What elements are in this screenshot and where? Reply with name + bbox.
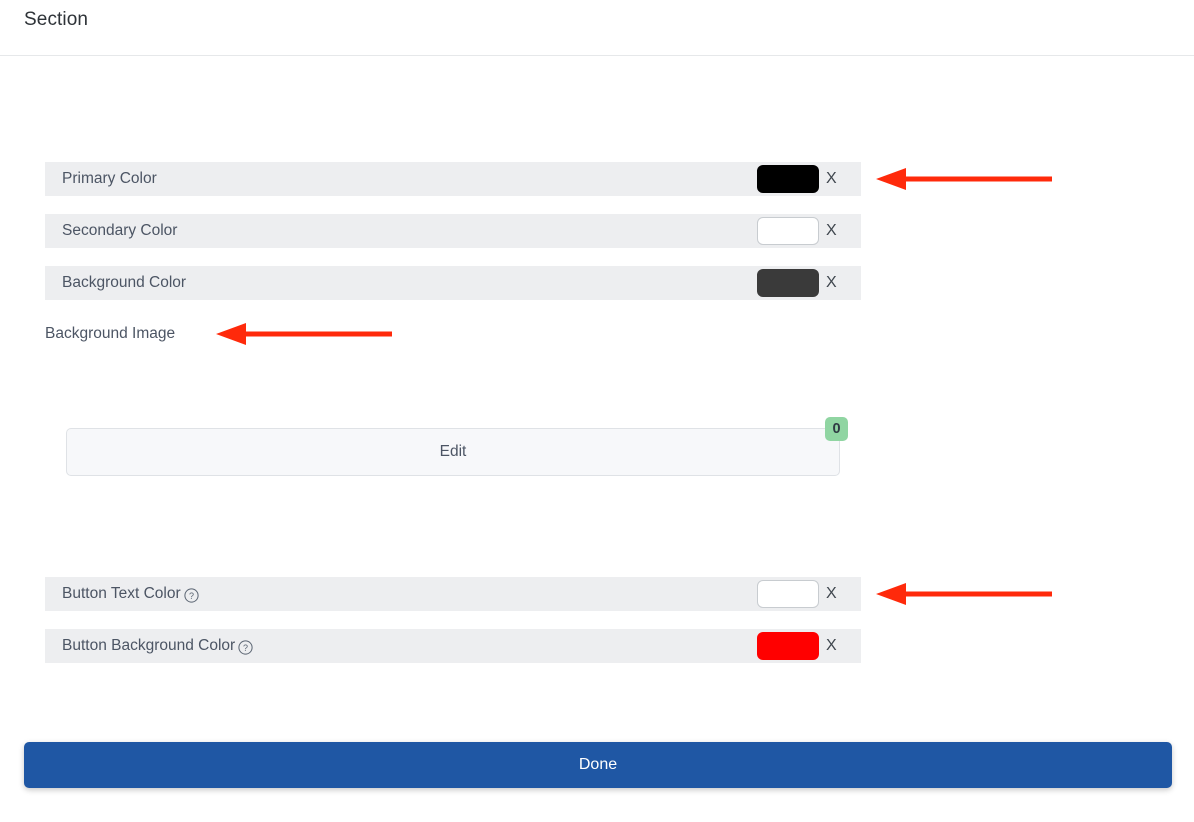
color-row-label: Primary Color	[62, 170, 157, 188]
color-row: Primary Color X	[45, 162, 861, 196]
background-image-edit-group: Edit 0	[66, 417, 848, 476]
arrow-primary-color	[876, 167, 1052, 191]
color-row-label: Button Text Color?	[62, 585, 199, 603]
color-row: Secondary Color X	[45, 214, 861, 248]
page-header: Section	[0, 0, 1194, 56]
arrow-button-text-color	[876, 582, 1052, 606]
color-swatch[interactable]	[757, 632, 819, 660]
clear-color-button[interactable]: X	[826, 586, 837, 602]
clear-color-button[interactable]: X	[826, 171, 837, 187]
svg-text:?: ?	[243, 643, 248, 653]
color-row-label: Button Background Color?	[62, 637, 253, 655]
color-row-label: Background Color	[62, 274, 186, 292]
clear-color-button[interactable]: X	[826, 275, 837, 291]
color-row-label-text: Button Background Color	[62, 637, 236, 654]
section-settings-page: Section Primary Color X Secondary Color X Ba…	[0, 0, 1194, 822]
page-title: Section	[24, 9, 89, 30]
color-row-label-text: Button Text Color	[62, 585, 181, 602]
color-row-label-text: Primary Color	[62, 170, 157, 187]
color-row-label: Secondary Color	[62, 222, 177, 240]
done-button[interactable]: Done	[24, 742, 1172, 788]
background-image-label: Background Image	[45, 325, 176, 342]
question-circle-icon[interactable]: ?	[184, 587, 199, 603]
question-circle-icon[interactable]: ?	[238, 639, 253, 655]
color-row: Button Text Color? X	[45, 577, 861, 611]
color-swatch[interactable]	[757, 269, 819, 297]
svg-text:?: ?	[189, 591, 194, 601]
image-count-badge: 0	[825, 417, 848, 441]
color-row: Background Color X	[45, 266, 861, 300]
edit-button[interactable]: Edit	[66, 428, 840, 476]
color-swatch[interactable]	[757, 217, 819, 245]
clear-color-button[interactable]: X	[826, 638, 837, 654]
arrow-background-image	[216, 322, 392, 346]
color-row-label-text: Secondary Color	[62, 222, 178, 239]
color-swatch[interactable]	[757, 580, 819, 608]
color-swatch[interactable]	[757, 165, 819, 193]
clear-color-button[interactable]: X	[826, 223, 837, 239]
color-row: Button Background Color? X	[45, 629, 861, 663]
color-row-label-text: Background Color	[62, 274, 187, 291]
